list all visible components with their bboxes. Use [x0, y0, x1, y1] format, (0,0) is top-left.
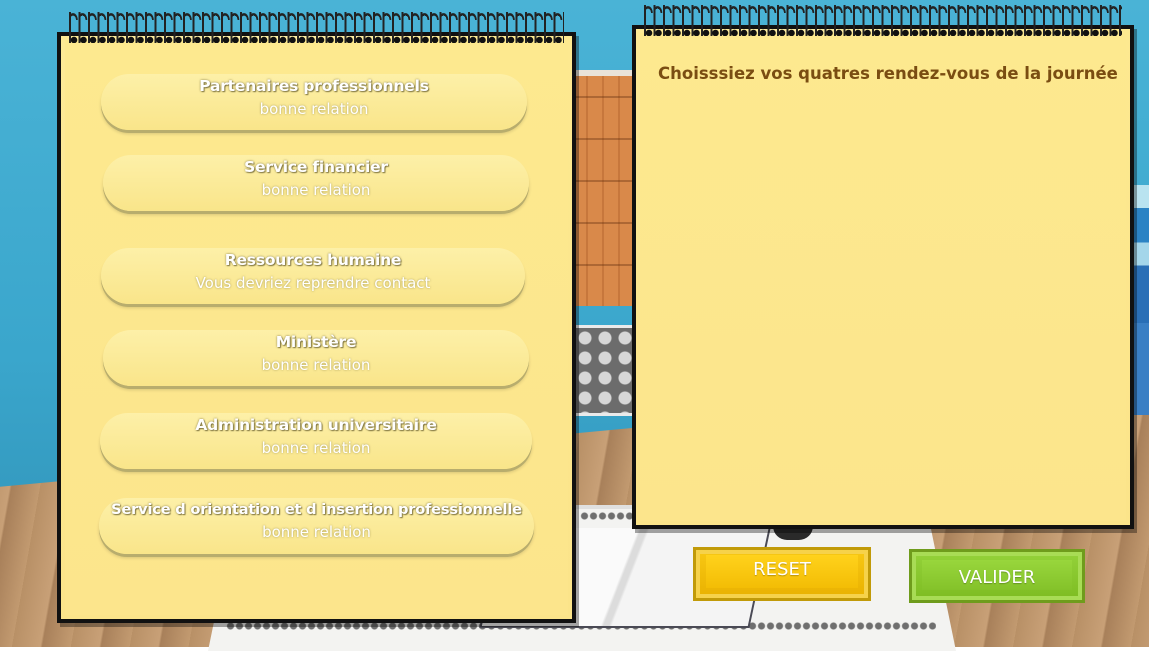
contact-service-orientation-insertion[interactable]: Service d orientation et d insertion pro… [99, 498, 534, 554]
contact-status: bonne relation [261, 356, 371, 374]
reset-button-label: RESET [706, 555, 858, 588]
contact-status: bonne relation [262, 523, 371, 541]
contact-status: bonne relation [261, 439, 371, 457]
spiral-binding [69, 12, 564, 46]
contact-title: Service d orientation et d insertion pro… [111, 501, 522, 518]
rug [572, 325, 640, 416]
spiral-binding [644, 5, 1122, 39]
contact-administration-universitaire[interactable]: Administration universitaire bonne relat… [100, 413, 532, 469]
contact-title: Ressources humaine [224, 251, 402, 269]
contact-status: bonne relation [261, 181, 371, 199]
reset-button[interactable]: RESET [693, 547, 871, 601]
contact-title: Partenaires professionnels [199, 77, 429, 95]
contact-status: Vous devriez reprendre contact [195, 274, 431, 292]
contact-title: Ministère [275, 333, 357, 351]
valider-button-label: VALIDER [922, 560, 1072, 590]
contact-status: bonne relation [259, 100, 369, 118]
agenda-notepad [632, 5, 1134, 529]
contact-title: Service financier [244, 158, 388, 176]
valider-button[interactable]: VALIDER [909, 549, 1085, 603]
contact-ministere[interactable]: Ministère bonne relation [103, 330, 529, 386]
contact-partenaires-professionnels[interactable]: Partenaires professionnels bonne relatio… [101, 74, 527, 130]
notepad-page [640, 33, 1126, 521]
contact-service-financier[interactable]: Service financier bonne relation [103, 155, 529, 211]
contact-ressources-humaine[interactable]: Ressources humaine Vous devriez reprendr… [101, 248, 525, 304]
agenda-title: Choisssiez vos quatres rendez-vous de la… [658, 64, 1118, 83]
wooden-door [572, 70, 634, 306]
contact-title: Administration universitaire [195, 416, 437, 434]
